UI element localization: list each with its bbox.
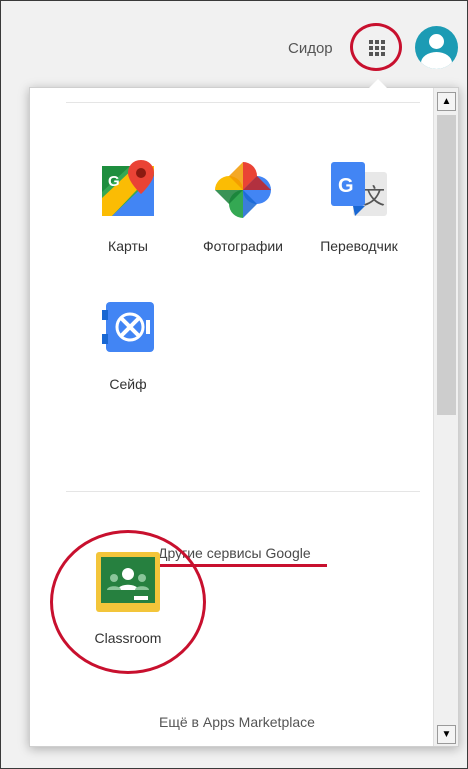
google-translate-icon: 文 G bbox=[327, 158, 391, 222]
apps-panel: G Карты Фотографии 文 G Переводчик Сейф Д… bbox=[29, 87, 459, 747]
svg-text:G: G bbox=[108, 173, 120, 190]
scroll-up-arrow-icon[interactable]: ▲ bbox=[437, 92, 456, 111]
google-vault-icon bbox=[96, 296, 160, 360]
divider-middle bbox=[66, 491, 420, 492]
top-bar: Сидор bbox=[1, 1, 467, 87]
app-label-photos: Фотографии bbox=[202, 238, 283, 254]
annotation-circle-apps bbox=[350, 23, 402, 71]
username-link[interactable]: Сидор bbox=[288, 40, 333, 57]
app-tile-maps[interactable]: G Карты bbox=[73, 158, 183, 254]
svg-text:G: G bbox=[338, 175, 354, 197]
app-tile-photos[interactable]: Фотографии bbox=[188, 158, 298, 254]
app-tile-vault[interactable]: Сейф bbox=[73, 296, 183, 392]
svg-text:文: 文 bbox=[363, 185, 385, 210]
scroll-down-arrow-icon[interactable]: ▼ bbox=[437, 725, 456, 744]
google-maps-icon: G bbox=[96, 158, 160, 222]
screenshot-frame: Сидор G Карты Фотографии 文 G Переводчик … bbox=[0, 0, 468, 769]
app-label-maps: Карты bbox=[108, 238, 148, 254]
google-photos-icon bbox=[211, 158, 275, 222]
app-label-translate: Переводчик bbox=[320, 238, 398, 254]
scrollbar[interactable]: ▲ ▼ bbox=[433, 88, 458, 746]
apps-marketplace-link[interactable]: Ещё в Apps Marketplace bbox=[159, 714, 315, 730]
user-avatar-icon[interactable] bbox=[415, 26, 458, 69]
app-tile-translate[interactable]: 文 G Переводчик bbox=[304, 158, 414, 254]
panel-pointer bbox=[369, 79, 387, 88]
divider-top bbox=[66, 102, 420, 103]
scrollbar-thumb[interactable] bbox=[437, 115, 456, 415]
app-label-vault: Сейф bbox=[109, 376, 147, 392]
annotation-circle-classroom bbox=[50, 530, 206, 674]
